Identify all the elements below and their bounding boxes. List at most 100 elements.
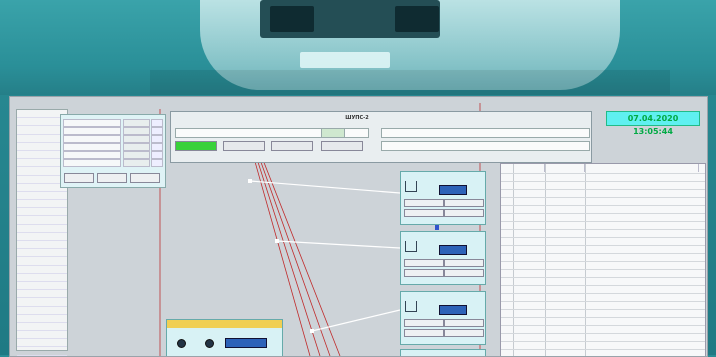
station-button[interactable] <box>444 199 484 207</box>
table-header <box>546 164 585 172</box>
indicator-dot-icon[interactable] <box>177 339 186 348</box>
wave-icon <box>405 301 417 312</box>
param-row <box>63 119 163 127</box>
indicator-dot-icon[interactable] <box>205 339 214 348</box>
local-lcd <box>225 338 267 348</box>
station-button[interactable] <box>404 259 444 267</box>
node-marker <box>248 179 252 183</box>
table-row <box>501 317 705 318</box>
page-title: ШУПС-2 <box>345 115 369 121</box>
datetime-display: 07.04.2020 13:05:44 <box>606 111 700 136</box>
table-row <box>501 261 705 262</box>
param-label <box>63 127 121 135</box>
list-item[interactable] <box>17 266 67 274</box>
info-field <box>381 141 590 151</box>
param-row <box>63 151 163 159</box>
local-control-panel <box>166 319 283 356</box>
list-item[interactable] <box>17 323 67 332</box>
list-item[interactable] <box>17 274 67 282</box>
param-value[interactable] <box>123 127 150 135</box>
control-button[interactable] <box>271 141 313 151</box>
param-label <box>63 151 121 159</box>
table-row <box>501 309 705 310</box>
list-item[interactable] <box>17 298 67 307</box>
wave-icon <box>405 181 417 192</box>
headlight-left <box>270 6 314 32</box>
table-row <box>501 341 705 342</box>
list-item[interactable] <box>17 192 67 201</box>
list-item[interactable] <box>17 307 67 315</box>
list-item[interactable] <box>17 225 67 233</box>
table-row <box>501 181 705 182</box>
param-label <box>63 135 121 143</box>
control-button[interactable] <box>321 141 363 151</box>
list-item[interactable] <box>17 315 67 323</box>
scada-screenshot: ШУПС-2 07.04.2020 13:05:44 <box>9 96 708 357</box>
list-item[interactable] <box>17 208 67 217</box>
station-button[interactable] <box>444 329 484 337</box>
list-item[interactable] <box>17 241 67 250</box>
list-item[interactable] <box>17 290 67 299</box>
connector-line <box>311 309 401 332</box>
control-button[interactable] <box>223 141 265 151</box>
table-row <box>501 197 705 198</box>
info-field <box>381 128 590 138</box>
param-value[interactable] <box>123 143 150 151</box>
param-unit <box>151 119 163 127</box>
list-item[interactable] <box>17 249 67 258</box>
param-label <box>63 143 121 151</box>
start-button[interactable] <box>175 141 217 151</box>
param-unit <box>151 127 163 135</box>
station-button[interactable] <box>444 319 484 327</box>
station-button[interactable] <box>444 259 484 267</box>
table-row <box>501 269 705 270</box>
station-button[interactable] <box>404 199 444 207</box>
param-value[interactable] <box>123 119 150 127</box>
table-row <box>501 293 705 294</box>
list-item[interactable] <box>17 200 67 209</box>
station-panel-4 <box>400 349 486 356</box>
headlight-right <box>395 6 439 32</box>
param-row <box>63 127 163 135</box>
table-row <box>501 277 705 278</box>
list-item[interactable] <box>17 233 67 241</box>
event-table <box>500 163 706 356</box>
station-button[interactable] <box>404 269 444 277</box>
station-button[interactable] <box>444 269 484 277</box>
local-control-title <box>167 320 282 328</box>
param-button[interactable] <box>64 173 94 183</box>
table-row <box>501 221 705 222</box>
list-item[interactable] <box>17 347 67 356</box>
list-item[interactable] <box>17 339 67 348</box>
table-row <box>501 285 705 286</box>
param-button[interactable] <box>97 173 127 183</box>
list-item[interactable] <box>17 257 67 266</box>
banner-photo <box>0 0 716 95</box>
status-indicator <box>321 128 345 138</box>
param-value[interactable] <box>123 159 150 167</box>
param-label <box>63 159 121 167</box>
node-marker <box>310 329 314 333</box>
table-row <box>501 325 705 326</box>
table-row <box>501 253 705 254</box>
param-value[interactable] <box>123 135 150 143</box>
param-button[interactable] <box>130 173 160 183</box>
param-unit <box>151 143 163 151</box>
table-row <box>501 229 705 230</box>
table-header <box>514 164 545 172</box>
station-lcd <box>439 185 467 195</box>
list-item[interactable] <box>17 216 67 225</box>
param-row <box>63 143 163 151</box>
station-button[interactable] <box>444 209 484 217</box>
list-item[interactable] <box>17 331 67 340</box>
station-button[interactable] <box>404 209 444 217</box>
param-value[interactable] <box>123 151 150 159</box>
station-button[interactable] <box>404 319 444 327</box>
list-item[interactable] <box>17 282 67 291</box>
table-header <box>586 164 699 172</box>
table-row <box>501 189 705 190</box>
table-row <box>501 349 705 350</box>
table-row <box>501 237 705 238</box>
station-button[interactable] <box>404 329 444 337</box>
station-lcd <box>439 245 467 255</box>
